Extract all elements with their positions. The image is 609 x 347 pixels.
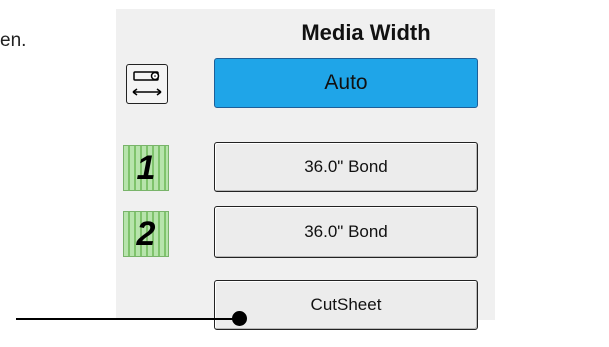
media-width-panel: Media Width Auto 1 36.0" Bond 2 36.0" Bo…	[116, 9, 495, 330]
left-text-fragment: en.	[0, 30, 27, 51]
roll-2-button[interactable]: 36.0" Bond	[214, 206, 478, 258]
auto-button[interactable]: Auto	[214, 58, 478, 108]
roll-1-icon: 1	[123, 145, 169, 191]
roll-1-number: 1	[136, 149, 156, 187]
callout-line	[16, 318, 240, 320]
roll-1-button[interactable]: 36.0" Bond	[214, 142, 478, 192]
roll-2-icon: 2	[123, 211, 169, 257]
callout-dot	[232, 311, 247, 326]
panel-title: Media Width	[301, 20, 431, 45]
roll-2-number: 2	[136, 215, 156, 253]
media-width-icon[interactable]	[126, 64, 168, 104]
cutsheet-button[interactable]: CutSheet	[214, 280, 478, 330]
